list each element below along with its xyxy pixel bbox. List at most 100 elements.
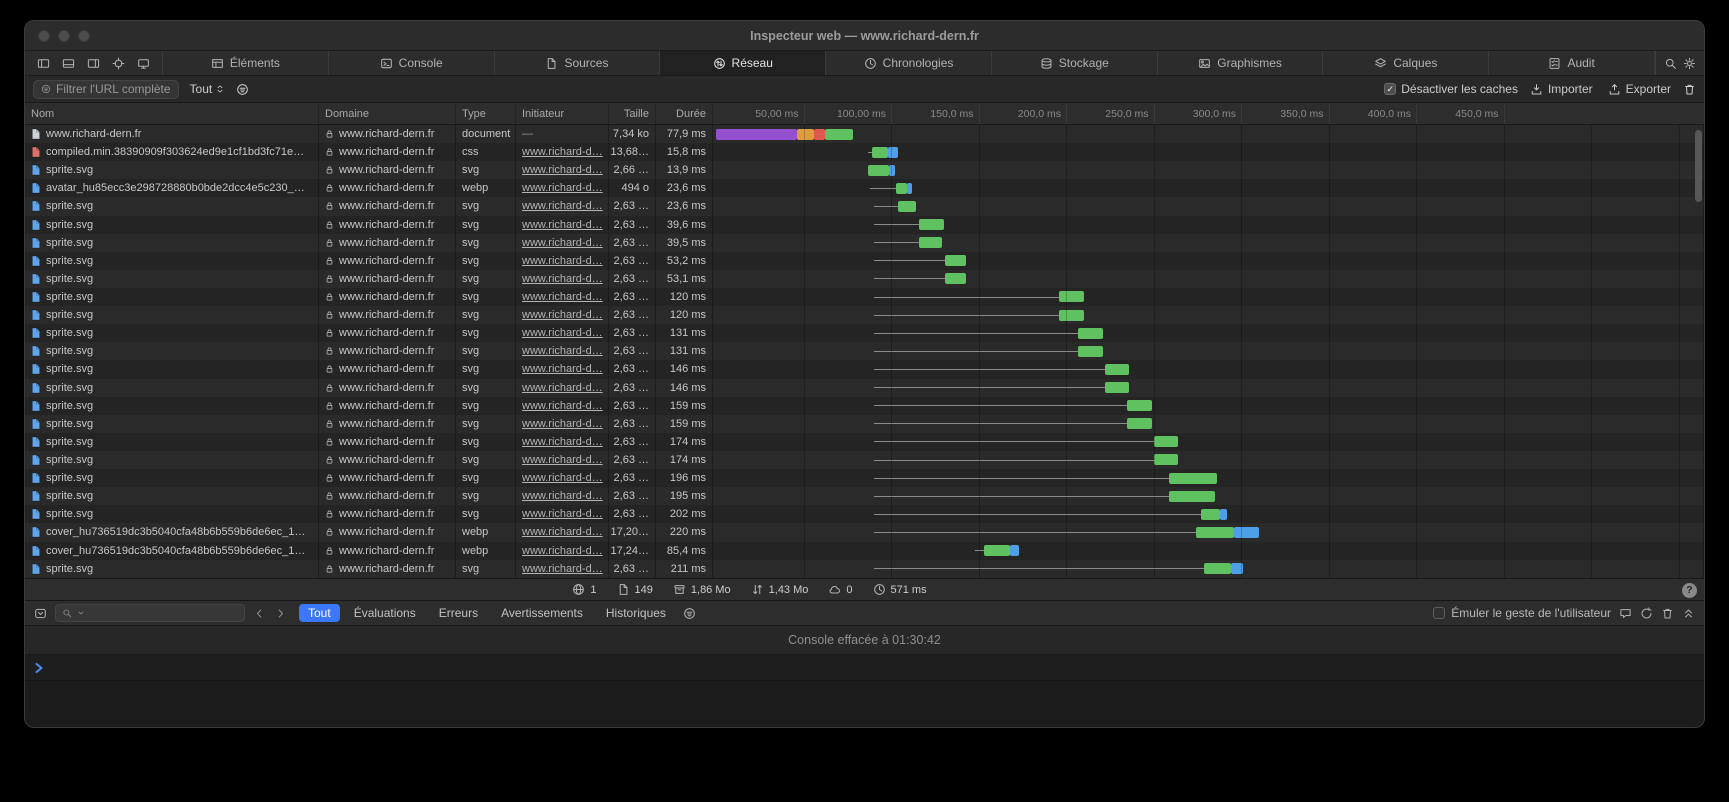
- console-tab-evaluations[interactable]: Évaluations: [345, 604, 425, 622]
- tab-audit[interactable]: Audit: [1489, 51, 1655, 75]
- clear-network-trash-icon[interactable]: [1683, 83, 1696, 96]
- network-request-row[interactable]: sprite.svgwww.richard-dern.frsvgwww.rich…: [25, 342, 1704, 360]
- request-initiator[interactable]: www.richard-d…: [522, 146, 603, 158]
- network-request-row[interactable]: sprite.svgwww.richard-dern.frsvgwww.rich…: [25, 415, 1704, 433]
- help-button[interactable]: ?: [1682, 583, 1697, 598]
- console-tab-historiques[interactable]: Historiques: [597, 604, 675, 622]
- network-request-row[interactable]: sprite.svgwww.richard-dern.frsvgwww.rich…: [25, 469, 1704, 487]
- collapse-console-icon[interactable]: [1682, 607, 1695, 620]
- timeline-header[interactable]: 50,00 ms100,00 ms150,0 ms200,0 ms250,0 m…: [713, 103, 1704, 124]
- request-initiator[interactable]: www.richard-d…: [522, 363, 603, 375]
- toggle-left-sidebar-icon[interactable]: [37, 57, 50, 70]
- request-initiator[interactable]: www.richard-d…: [522, 182, 603, 194]
- tab-graphismes[interactable]: Graphismes: [1158, 51, 1324, 75]
- column-header-domaine[interactable]: Domaine: [319, 103, 456, 124]
- network-request-row[interactable]: sprite.svgwww.richard-dern.frsvgwww.rich…: [25, 487, 1704, 505]
- console-prompt[interactable]: [25, 655, 1704, 681]
- request-initiator[interactable]: www.richard-d…: [522, 454, 603, 466]
- network-request-row[interactable]: sprite.svgwww.richard-dern.frsvgwww.rich…: [25, 324, 1704, 342]
- tab-stockage[interactable]: Stockage: [992, 51, 1158, 75]
- next-result-button[interactable]: [274, 607, 287, 620]
- network-request-row[interactable]: sprite.svgwww.richard-dern.frsvgwww.rich…: [25, 197, 1704, 215]
- network-request-row[interactable]: sprite.svgwww.richard-dern.frsvgwww.rich…: [25, 288, 1704, 306]
- network-request-row[interactable]: sprite.svgwww.richard-dern.frsvgwww.rich…: [25, 451, 1704, 469]
- console-tab-avertissements[interactable]: Avertissements: [492, 604, 592, 622]
- network-request-row[interactable]: sprite.svgwww.richard-dern.frsvgwww.rich…: [25, 379, 1704, 397]
- network-request-row[interactable]: sprite.svgwww.richard-dern.frsvgwww.rich…: [25, 505, 1704, 523]
- clear-console-trash-icon[interactable]: [1661, 607, 1674, 620]
- tab-calques[interactable]: Calques: [1323, 51, 1489, 75]
- disable-caches-checkbox[interactable]: ✓ Désactiver les caches: [1384, 82, 1518, 96]
- gear-icon[interactable]: [1683, 57, 1696, 70]
- request-initiator[interactable]: www.richard-d…: [522, 345, 603, 357]
- minimize-button[interactable]: [58, 30, 70, 42]
- console-tab-tout[interactable]: Tout: [299, 604, 340, 622]
- column-header-nom[interactable]: Nom: [25, 103, 319, 124]
- request-initiator[interactable]: www.richard-d…: [522, 219, 603, 231]
- tab-chronologies[interactable]: Chronologies: [826, 51, 992, 75]
- request-initiator[interactable]: www.richard-d…: [522, 418, 603, 430]
- request-initiator[interactable]: www.richard-d…: [522, 200, 603, 212]
- refresh-icon[interactable]: [1640, 607, 1653, 620]
- console-tab-erreurs[interactable]: Erreurs: [430, 604, 487, 622]
- network-request-row[interactable]: sprite.svgwww.richard-dern.frsvgwww.rich…: [25, 397, 1704, 415]
- network-request-row[interactable]: sprite.svgwww.richard-dern.frsvgwww.rich…: [25, 270, 1704, 288]
- url-filter-input[interactable]: Filtrer l'URL complète: [33, 80, 179, 99]
- tab-sources[interactable]: Sources: [495, 51, 661, 75]
- request-initiator[interactable]: www.richard-d…: [522, 526, 603, 538]
- console-filter-options-icon[interactable]: [683, 607, 696, 620]
- request-initiator[interactable]: www.richard-d…: [522, 327, 603, 339]
- column-header-taille[interactable]: Taille: [609, 103, 656, 124]
- network-request-row[interactable]: www.richard-dern.frwww.richard-dern.frdo…: [25, 125, 1704, 143]
- emulate-gesture-checkbox[interactable]: ✓ Émuler le geste de l'utilisateur: [1433, 606, 1611, 620]
- tab-elements[interactable]: Éléments: [163, 51, 329, 75]
- export-button[interactable]: Exporter: [1605, 82, 1674, 96]
- network-request-row[interactable]: sprite.svgwww.richard-dern.frsvgwww.rich…: [25, 433, 1704, 451]
- network-request-row[interactable]: sprite.svgwww.richard-dern.frsvgwww.rich…: [25, 234, 1704, 252]
- close-button[interactable]: [38, 30, 50, 42]
- request-initiator[interactable]: www.richard-d…: [522, 273, 603, 285]
- network-request-row[interactable]: avatar_hu85ecc3e298728880b0bde2dcc4e5c23…: [25, 179, 1704, 197]
- network-request-row[interactable]: sprite.svgwww.richard-dern.frsvgwww.rich…: [25, 560, 1704, 578]
- toggle-right-sidebar-icon[interactable]: [87, 57, 100, 70]
- network-request-row[interactable]: cover_hu736519dc3b5040cfa48b6b559b6de6ec…: [25, 542, 1704, 560]
- request-initiator[interactable]: www.richard-d…: [522, 291, 603, 303]
- request-initiator[interactable]: www.richard-d…: [522, 508, 603, 520]
- toggle-bottom-drawer-icon[interactable]: [62, 57, 75, 70]
- request-initiator[interactable]: www.richard-d…: [522, 472, 603, 484]
- element-selection-icon[interactable]: [112, 57, 125, 70]
- network-request-row[interactable]: sprite.svgwww.richard-dern.frsvgwww.rich…: [25, 161, 1704, 179]
- tab-console[interactable]: Console: [329, 51, 495, 75]
- request-initiator[interactable]: www.richard-d…: [522, 309, 603, 321]
- column-header-duree[interactable]: Durée: [656, 103, 713, 124]
- search-icon[interactable]: [1664, 57, 1677, 70]
- console-scope-icon[interactable]: [34, 607, 47, 620]
- request-initiator[interactable]: www.richard-d…: [522, 255, 603, 267]
- column-header-type[interactable]: Type: [456, 103, 516, 124]
- import-button[interactable]: Importer: [1527, 82, 1596, 96]
- console-search-input[interactable]: [55, 604, 245, 622]
- request-initiator[interactable]: www.richard-d…: [522, 400, 603, 412]
- network-request-row[interactable]: sprite.svgwww.richard-dern.frsvgwww.rich…: [25, 306, 1704, 324]
- table-scrollbar-thumb[interactable]: [1695, 130, 1702, 202]
- zoom-button[interactable]: [78, 30, 90, 42]
- device-settings-icon[interactable]: [137, 57, 150, 70]
- request-initiator[interactable]: www.richard-d…: [522, 490, 603, 502]
- request-initiator[interactable]: www.richard-d…: [522, 436, 603, 448]
- request-initiator[interactable]: www.richard-d…: [522, 164, 603, 176]
- network-request-row[interactable]: sprite.svgwww.richard-dern.frsvgwww.rich…: [25, 360, 1704, 378]
- network-request-row[interactable]: cover_hu736519dc3b5040cfa48b6b559b6de6ec…: [25, 523, 1704, 541]
- request-initiator[interactable]: www.richard-d…: [522, 545, 603, 557]
- request-initiator[interactable]: www.richard-d…: [522, 382, 603, 394]
- network-request-row[interactable]: compiled.min.38390909f303624ed9e1cf1bd3f…: [25, 143, 1704, 161]
- request-initiator[interactable]: www.richard-d…: [522, 563, 603, 575]
- request-initiator[interactable]: www.richard-d…: [522, 237, 603, 249]
- filter-options-icon[interactable]: [236, 83, 249, 96]
- console-messages-icon[interactable]: [1619, 607, 1632, 620]
- column-header-initiateur[interactable]: Initiateur: [516, 103, 609, 124]
- tab-reseau[interactable]: Réseau: [660, 51, 826, 75]
- previous-result-button[interactable]: [253, 607, 266, 620]
- resource-type-select[interactable]: Tout: [188, 82, 228, 96]
- network-request-row[interactable]: sprite.svgwww.richard-dern.frsvgwww.rich…: [25, 216, 1704, 234]
- network-request-row[interactable]: sprite.svgwww.richard-dern.frsvgwww.rich…: [25, 252, 1704, 270]
